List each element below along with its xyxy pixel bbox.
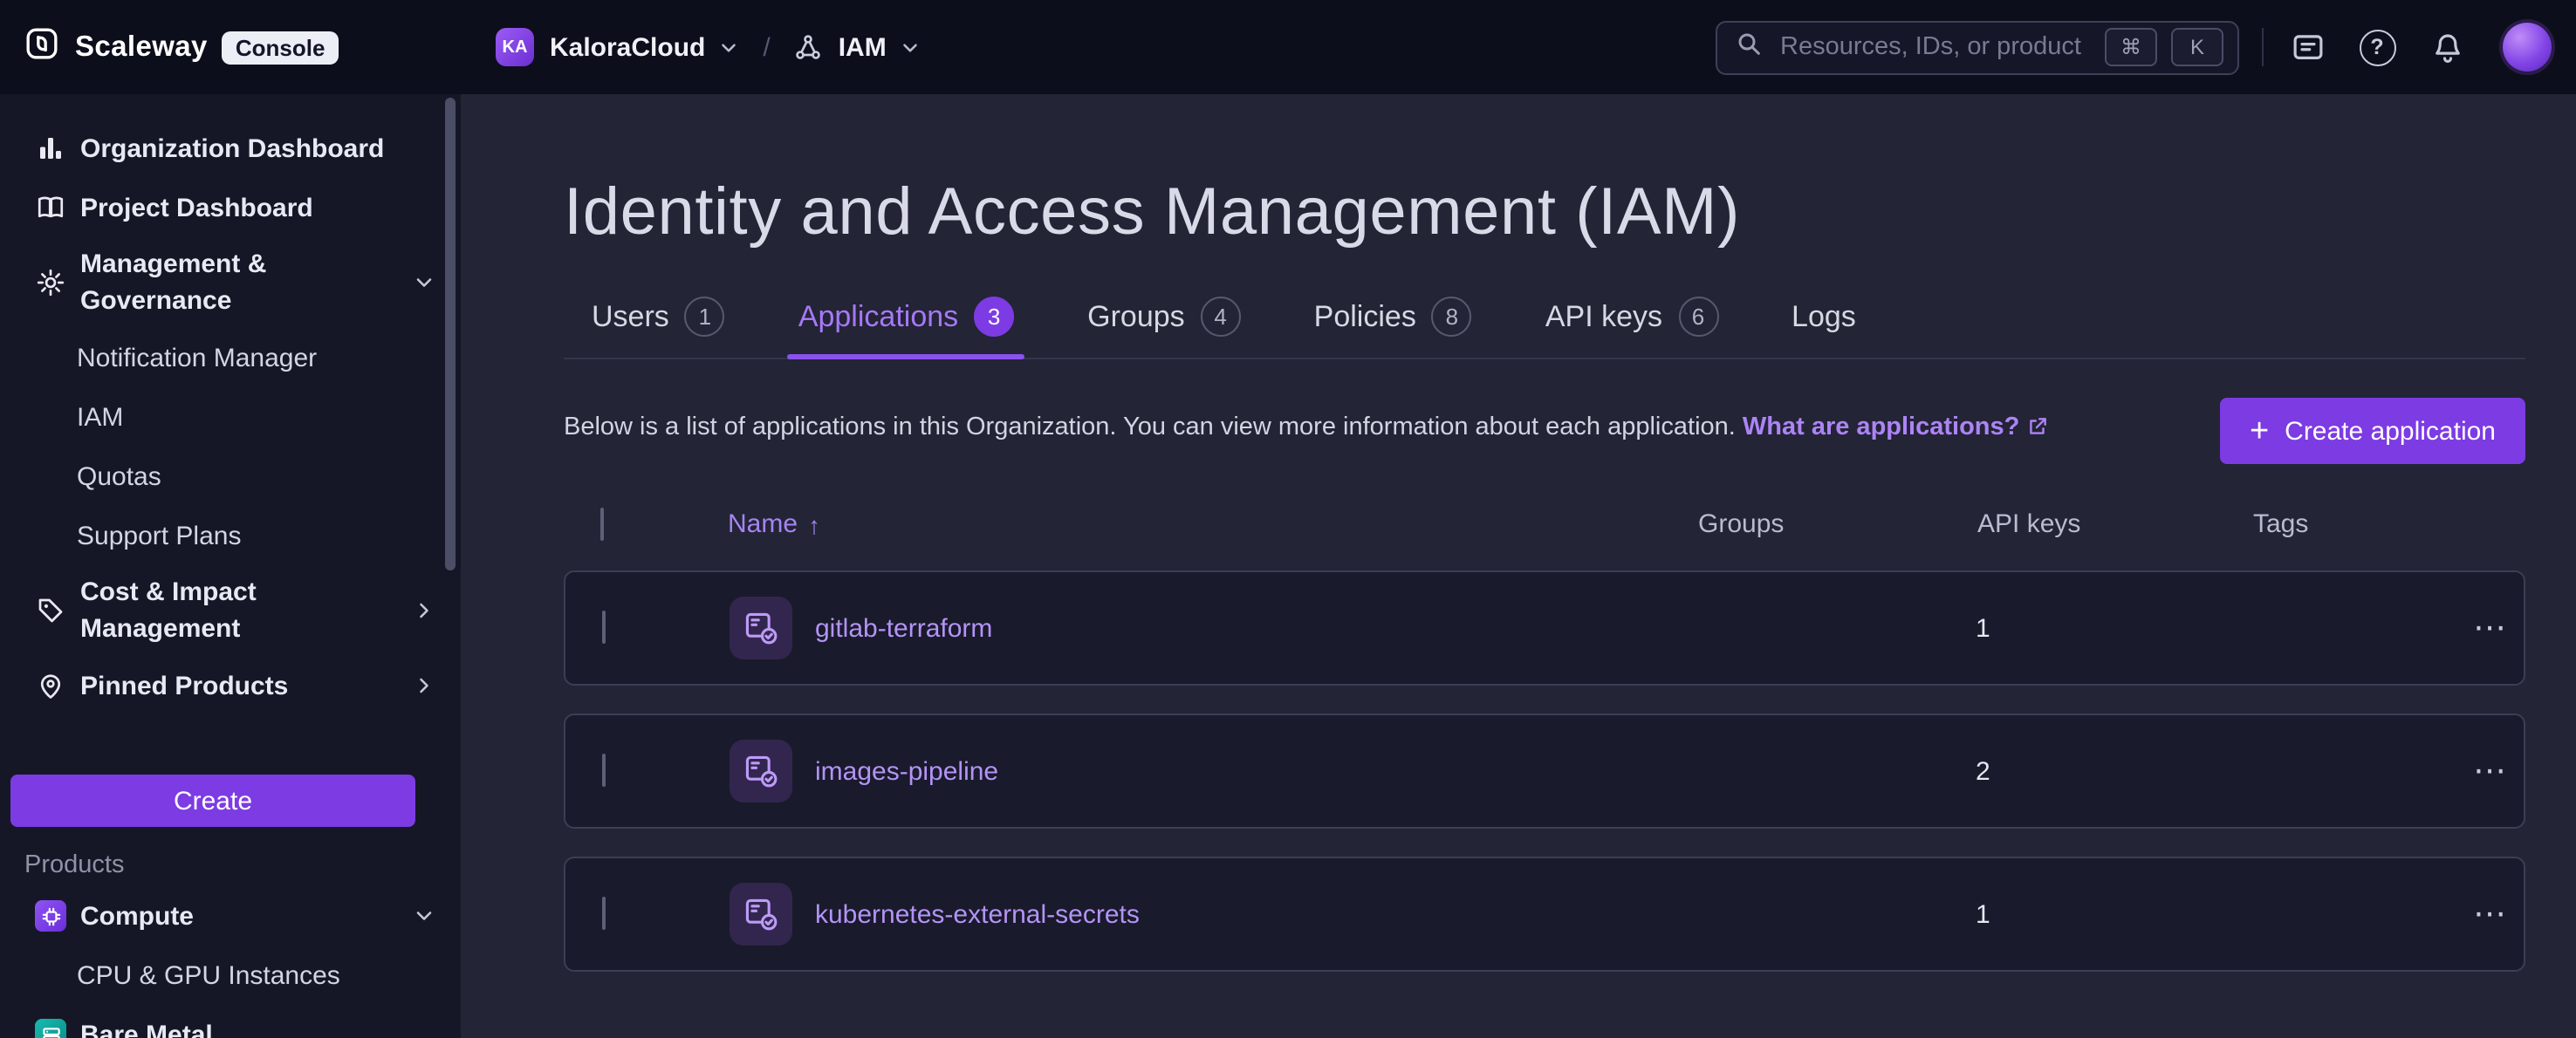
description-row: Below is a list of applications in this … [564,398,2525,464]
column-header-api-keys: API keys [1977,509,2253,539]
topbar-divider [2262,28,2264,66]
tab-users-count: 1 [685,297,725,337]
application-icon [730,883,792,946]
breadcrumb-separator: / [763,32,770,62]
user-avatar[interactable] [2503,23,2552,72]
compute-icon [35,900,66,932]
topbar-actions: ? [2286,23,2552,72]
global-search[interactable]: ⌘ K [1716,20,2239,74]
sidebar-item-organization-dashboard[interactable]: Organization Dashboard [0,119,461,178]
column-header-tags: Tags [2253,509,2459,539]
sidebar-item-compute[interactable]: Compute [0,886,461,946]
chevron-right-icon [412,598,436,623]
row-checkbox[interactable] [602,897,606,930]
pin-icon [35,670,66,701]
tab-groups-count: 4 [1201,297,1241,337]
column-header-name[interactable]: Name ↑ [689,509,1698,539]
api-keys-cell: 1 [1976,899,2251,929]
row-checkbox[interactable] [602,754,606,787]
sidebar-item-bare-metal[interactable]: Bare Metal [0,1005,461,1038]
api-keys-cell: 2 [1976,756,2251,786]
chevron-down-icon [412,904,436,928]
row-actions-icon[interactable]: ⋯ [2473,611,2508,645]
chevron-down-icon[interactable] [899,36,921,58]
feedback-icon[interactable] [2286,26,2328,68]
chevron-down-icon [412,270,436,295]
tab-bar: Users 1 Applications 3 Groups 4 Policies… [564,297,2525,359]
bare-metal-icon [35,1019,66,1038]
tab-policies-count: 8 [1432,297,1472,337]
search-icon [1735,29,1763,65]
bar-chart-icon [35,133,66,164]
tab-policies[interactable]: Policies 8 [1311,297,1476,358]
scaleway-logo-icon [24,25,59,69]
console-badge: Console [222,31,339,64]
plus-icon: + [2250,414,2269,447]
organization-avatar: KA [496,28,534,66]
chevron-down-icon[interactable] [717,36,740,58]
tag-icon [35,595,66,626]
products-heading: Products [24,851,461,879]
select-all-checkbox[interactable] [600,508,604,541]
sidebar-item-quotas[interactable]: Quotas [0,447,461,506]
application-icon [730,740,792,802]
application-name-link[interactable]: images-pipeline [815,756,998,786]
row-actions-icon[interactable]: ⋯ [2473,755,2508,788]
page-title: Identity and Access Management (IAM) [564,171,2525,255]
what-are-applications-link[interactable]: What are applications? [1743,414,2049,442]
row-actions-icon[interactable]: ⋯ [2473,898,2508,931]
main-content: Identity and Access Management (IAM) Use… [461,94,2576,1038]
sidebar: Organization Dashboard Project Dashboard… [0,94,461,1038]
tab-logs[interactable]: Logs [1788,297,1860,358]
breadcrumb: KA KaloraCloud / IAM [496,28,921,66]
table-row: gitlab-terraform 1 ⋯ [564,570,2525,686]
sidebar-item-cost-impact-management[interactable]: Cost & Impact Management [0,565,461,656]
sidebar-scrollbar[interactable] [445,98,456,570]
sidebar-item-support-plans[interactable]: Support Plans [0,506,461,565]
shortcut-k-key: K [2171,28,2223,66]
page-description: Below is a list of applications in this … [564,411,2049,451]
tab-applications[interactable]: Applications 3 [795,297,1017,358]
section-switcher[interactable]: IAM [839,32,887,62]
shortcut-cmd-key: ⌘ [2105,28,2157,66]
table-row: kubernetes-external-secrets 1 ⋯ [564,857,2525,972]
sort-ascending-icon: ↑ [808,510,820,538]
tab-users[interactable]: Users 1 [588,297,729,358]
external-link-icon [2026,414,2049,451]
sidebar-item-notification-manager[interactable]: Notification Manager [0,328,461,387]
top-bar: Scaleway Console KA KaloraCloud / IAM [0,0,2576,94]
search-input[interactable] [1777,31,2091,63]
organization-switcher[interactable]: KaloraCloud [550,32,705,62]
help-icon[interactable]: ? [2356,26,2398,68]
sidebar-item-project-dashboard[interactable]: Project Dashboard [0,178,461,237]
scaleway-console-page: Scaleway Console KA KaloraCloud / IAM [0,0,2576,1038]
gear-icon [35,267,66,298]
tab-api-keys-count: 6 [1678,297,1718,337]
book-icon [35,192,66,223]
application-name-link[interactable]: gitlab-terraform [815,613,992,643]
tab-groups[interactable]: Groups 4 [1084,297,1244,358]
chevron-right-icon [412,673,436,698]
create-application-button[interactable]: + Create application [2220,398,2525,464]
brand-name: Scaleway [75,31,208,64]
api-keys-cell: 1 [1976,613,2251,643]
sidebar-item-pinned-products[interactable]: Pinned Products [0,656,461,715]
column-header-groups: Groups [1698,509,1977,539]
table-header: Name ↑ Groups API keys Tags [564,509,2525,539]
row-checkbox[interactable] [602,611,606,644]
notifications-bell-icon[interactable] [2426,26,2468,68]
application-name-link[interactable]: kubernetes-external-secrets [815,899,1140,929]
sidebar-item-cpu-gpu-instances[interactable]: CPU & GPU Instances [0,946,461,1005]
tab-api-keys[interactable]: API keys 6 [1542,297,1722,358]
create-button[interactable]: Create [10,775,415,827]
iam-icon [793,31,825,63]
table-row: images-pipeline 2 ⋯ [564,714,2525,829]
sidebar-item-management-governance[interactable]: Management & Governance [0,237,461,328]
application-icon [730,597,792,659]
tab-applications-count: 3 [974,297,1014,337]
brand: Scaleway Console [24,25,496,69]
sidebar-item-iam[interactable]: IAM [0,387,461,447]
